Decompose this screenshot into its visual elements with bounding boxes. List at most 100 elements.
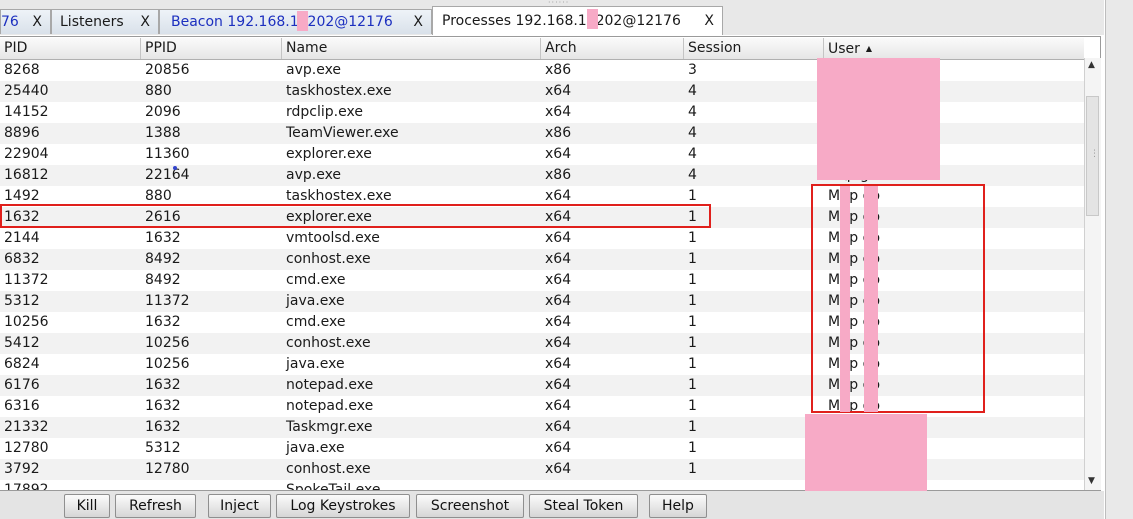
cell-ppid: 2096 xyxy=(145,104,181,120)
close-icon[interactable]: X xyxy=(32,10,42,34)
cell-name: explorer.exe xyxy=(286,146,372,162)
cell-arch: x64 xyxy=(545,314,572,330)
cell-pid: 6824 xyxy=(4,356,40,372)
tab-processes[interactable]: Processes 192.168.1 .202@12176 X xyxy=(432,6,723,35)
column-header-user[interactable]: User ▲ xyxy=(824,38,1084,59)
inject-button[interactable]: Inject xyxy=(208,494,271,518)
tab-beacon[interactable]: Beacon 192.168.1 .202@12176 X xyxy=(159,9,432,34)
cell-ppid: 8492 xyxy=(145,251,181,267)
sort-ascending-icon: ▲ xyxy=(865,44,873,53)
scroll-up-icon[interactable]: ▲ xyxy=(1088,60,1095,70)
cell-session: 3 xyxy=(688,62,697,78)
tab-label: Listeners xyxy=(60,14,124,30)
cell-session: 1 xyxy=(688,461,697,477)
cell-ppid: 20856 xyxy=(145,62,190,78)
cell-session: 4 xyxy=(688,125,697,141)
cell-name: conhost.exe xyxy=(286,335,371,351)
cell-pid: 16812 xyxy=(4,167,49,183)
cell-name: SpokeTail.exe xyxy=(286,482,381,490)
tab-label: Beacon 192.168.1 .202@12176 xyxy=(171,14,393,30)
cell-session: 1 xyxy=(688,272,697,288)
cell-name: java.exe xyxy=(286,440,345,456)
cell-session: 4 xyxy=(688,167,697,183)
cell-name: cmd.exe xyxy=(286,314,346,330)
cell-ppid: 11360 xyxy=(145,146,190,162)
cell-pid: 11372 xyxy=(4,272,49,288)
column-header-ppid[interactable]: PPID xyxy=(141,38,282,59)
cell-name: cmd.exe xyxy=(286,272,346,288)
redaction-block xyxy=(805,414,927,496)
help-button[interactable]: Help xyxy=(649,494,707,518)
cell-name: conhost.exe xyxy=(286,461,371,477)
redaction-block xyxy=(817,58,940,180)
cell-arch: x64 xyxy=(545,461,572,477)
cell-arch: x64 xyxy=(545,83,572,99)
column-header-arch[interactable]: Arch xyxy=(541,38,684,59)
kill-button[interactable]: Kill xyxy=(64,494,110,518)
cell-name: taskhostex.exe xyxy=(286,83,392,99)
log-keystrokes-button[interactable]: Log Keystrokes xyxy=(276,494,410,518)
cell-name: avp.exe xyxy=(286,62,342,78)
cell-pid: 12780 xyxy=(4,440,49,456)
cell-pid: 8896 xyxy=(4,125,40,141)
cell-name: rdpclip.exe xyxy=(286,104,363,120)
cell-ppid: 11372 xyxy=(145,293,190,309)
cell-ppid: 1632 xyxy=(145,377,181,393)
cell-ppid: 1632 xyxy=(145,230,181,246)
cursor-dot xyxy=(173,166,177,170)
grip-icon: ⋮ xyxy=(1090,149,1099,159)
cell-pid: 5412 xyxy=(4,335,40,351)
cell-ppid: 5312 xyxy=(145,440,181,456)
side-panel xyxy=(1105,0,1133,519)
refresh-button[interactable]: Refresh xyxy=(115,494,196,518)
cell-session: 1 xyxy=(688,440,697,456)
steal-token-button[interactable]: Steal Token xyxy=(529,494,638,518)
redaction-block xyxy=(864,186,878,412)
highlight-box-row xyxy=(0,204,711,228)
cell-ppid: 22164 xyxy=(145,167,190,183)
close-icon[interactable]: X xyxy=(704,7,714,35)
column-header-name[interactable]: Name xyxy=(282,38,541,59)
column-header-pid[interactable]: PID xyxy=(0,38,141,59)
tab-listeners[interactable]: Listeners X xyxy=(51,9,159,34)
cell-name: vmtoolsd.exe xyxy=(286,230,380,246)
cell-arch: x64 xyxy=(545,398,572,414)
cell-name: TeamViewer.exe xyxy=(286,125,399,141)
tab-partial[interactable]: 76 X xyxy=(0,9,51,34)
button-bar: Kill Refresh Inject Log Keystrokes Scree… xyxy=(0,491,1104,519)
cell-name: avp.exe xyxy=(286,167,342,183)
cell-pid: 2144 xyxy=(4,230,40,246)
cell-name: java.exe xyxy=(286,356,345,372)
cell-ppid: 10256 xyxy=(145,335,190,351)
scrollbar-thumb[interactable]: ⋮ xyxy=(1086,96,1099,216)
cell-arch: x64 xyxy=(545,440,572,456)
column-header-session[interactable]: Session xyxy=(684,38,824,59)
cell-arch: x64 xyxy=(545,251,572,267)
cell-ppid: 10256 xyxy=(145,356,190,372)
screenshot-button[interactable]: Screenshot xyxy=(416,494,524,518)
cell-ppid: 1632 xyxy=(145,314,181,330)
close-icon[interactable]: X xyxy=(140,10,150,34)
tab-label: 76 xyxy=(1,14,19,30)
cell-session: 1 xyxy=(688,377,697,393)
cell-pid: 3792 xyxy=(4,461,40,477)
cell-session: 4 xyxy=(688,146,697,162)
cell-session: 1 xyxy=(688,314,697,330)
cell-arch: x64 xyxy=(545,104,572,120)
cell-pid: 6832 xyxy=(4,251,40,267)
column-header-user-label: User xyxy=(828,41,860,57)
cell-arch: x64 xyxy=(545,272,572,288)
table-header: PID PPID Name Arch Session User ▲ xyxy=(0,38,1084,60)
cell-arch: x86 xyxy=(545,167,572,183)
cell-name: conhost.exe xyxy=(286,251,371,267)
cell-arch: x64 xyxy=(545,377,572,393)
cell-pid: 21332 xyxy=(4,419,49,435)
cell-session: 1 xyxy=(688,251,697,267)
cell-pid: 17892 xyxy=(4,482,49,490)
cell-pid: 22904 xyxy=(4,146,49,162)
cell-pid: 6176 xyxy=(4,377,40,393)
cell-pid: 5312 xyxy=(4,293,40,309)
vertical-scrollbar[interactable]: ▲ ⋮ ▼ xyxy=(1084,58,1101,490)
close-icon[interactable]: X xyxy=(413,10,423,34)
scroll-down-icon[interactable]: ▼ xyxy=(1088,476,1095,486)
